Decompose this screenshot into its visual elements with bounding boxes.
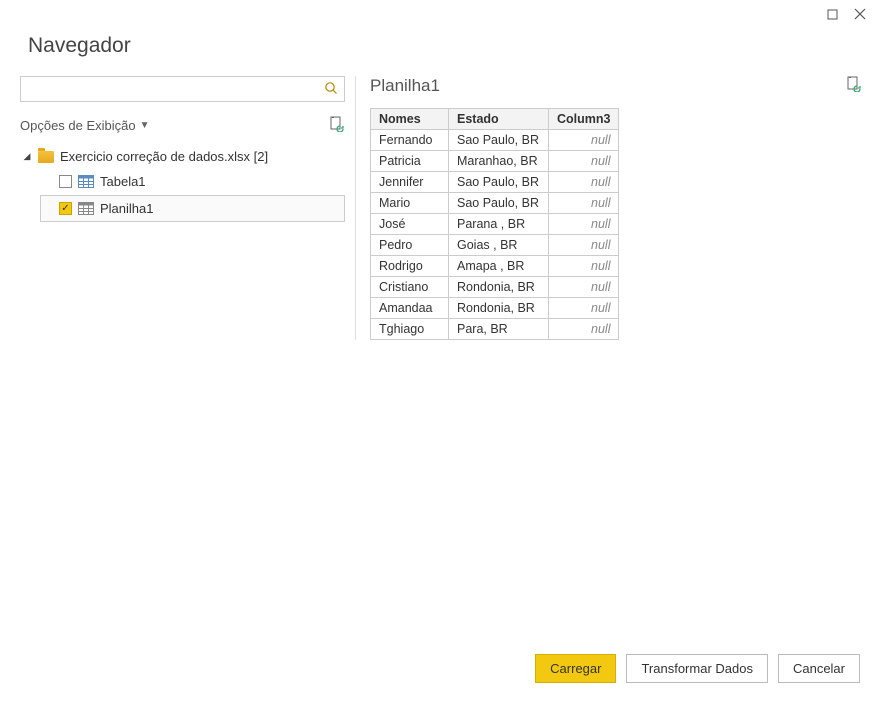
- cell: Mario: [371, 193, 449, 214]
- maximize-icon: [827, 9, 838, 20]
- expand-collapse-icon[interactable]: ◢: [22, 151, 32, 162]
- column-header[interactable]: Estado: [449, 109, 549, 130]
- display-options-dropdown[interactable]: Opções de Exibição ▼: [20, 118, 150, 133]
- cell: null: [549, 151, 619, 172]
- table-row[interactable]: AmandaaRondonia, BRnull: [371, 298, 619, 319]
- column-header[interactable]: Column3: [549, 109, 619, 130]
- cell: Amandaa: [371, 298, 449, 319]
- search-field-wrap: [20, 76, 345, 102]
- cell: null: [549, 214, 619, 235]
- table-row[interactable]: JenniferSao Paulo, BRnull: [371, 172, 619, 193]
- column-header[interactable]: Nomes: [371, 109, 449, 130]
- cell: null: [549, 130, 619, 151]
- tree-item-tabela1[interactable]: Tabela1: [40, 168, 345, 195]
- cell: Sao Paulo, BR: [449, 193, 549, 214]
- preview-table: Nomes Estado Column3 FernandoSao Paulo, …: [370, 108, 619, 340]
- table-icon: [78, 175, 94, 188]
- cell: Pedro: [371, 235, 449, 256]
- table-row[interactable]: RodrigoAmapa , BRnull: [371, 256, 619, 277]
- cell: Jennifer: [371, 172, 449, 193]
- cell: null: [549, 235, 619, 256]
- tree-item-planilha1[interactable]: Planilha1: [40, 195, 345, 222]
- cell: Maranhao, BR: [449, 151, 549, 172]
- table-row[interactable]: PedroGoias , BRnull: [371, 235, 619, 256]
- close-icon: [854, 8, 866, 20]
- search-input[interactable]: [21, 77, 344, 101]
- cell: José: [371, 214, 449, 235]
- cell: Sao Paulo, BR: [449, 130, 549, 151]
- cell: Rodrigo: [371, 256, 449, 277]
- load-button[interactable]: Carregar: [535, 654, 616, 683]
- cell: null: [549, 172, 619, 193]
- cell: null: [549, 277, 619, 298]
- table-row[interactable]: CristianoRondonia, BRnull: [371, 277, 619, 298]
- table-row[interactable]: TghiagoPara, BRnull: [371, 319, 619, 340]
- cell: Sao Paulo, BR: [449, 172, 549, 193]
- close-button[interactable]: [846, 4, 874, 24]
- tree-root-file[interactable]: ◢ Exercicio correção de dados.xlsx [2]: [20, 145, 345, 168]
- cancel-button[interactable]: Cancelar: [778, 654, 860, 683]
- table-icon: [78, 202, 94, 215]
- cell: null: [549, 256, 619, 277]
- tree-root-label: Exercicio correção de dados.xlsx [2]: [60, 149, 268, 164]
- cell: Rondonia, BR: [449, 298, 549, 319]
- table-row[interactable]: PatriciaMaranhao, BRnull: [371, 151, 619, 172]
- preview-title: Planilha1: [370, 76, 440, 96]
- cell: Parana , BR: [449, 214, 549, 235]
- cell: Patricia: [371, 151, 449, 172]
- cell: Tghiago: [371, 319, 449, 340]
- cell: Para, BR: [449, 319, 549, 340]
- dialog-title: Navegador: [0, 28, 882, 76]
- table-row[interactable]: FernandoSao Paulo, BRnull: [371, 130, 619, 151]
- display-options-label: Opções de Exibição: [20, 118, 136, 133]
- refresh-tree-button[interactable]: [329, 116, 345, 135]
- cell: null: [549, 193, 619, 214]
- cell: null: [549, 298, 619, 319]
- cell: Amapa , BR: [449, 256, 549, 277]
- maximize-button[interactable]: [818, 4, 846, 24]
- tree-item-label: Planilha1: [100, 201, 154, 216]
- tree-item-label: Tabela1: [100, 174, 146, 189]
- checkbox-planilha1[interactable]: [59, 202, 72, 215]
- chevron-down-icon: ▼: [140, 120, 150, 131]
- refresh-preview-button[interactable]: [846, 76, 862, 96]
- table-row[interactable]: MarioSao Paulo, BRnull: [371, 193, 619, 214]
- cell: Goias , BR: [449, 235, 549, 256]
- cell: Rondonia, BR: [449, 277, 549, 298]
- folder-icon: [38, 151, 54, 163]
- cell: Cristiano: [371, 277, 449, 298]
- table-row[interactable]: JoséParana , BRnull: [371, 214, 619, 235]
- transform-data-button[interactable]: Transformar Dados: [626, 654, 768, 683]
- checkbox-tabela1[interactable]: [59, 175, 72, 188]
- search-icon[interactable]: [324, 81, 338, 98]
- cell: Fernando: [371, 130, 449, 151]
- cell: null: [549, 319, 619, 340]
